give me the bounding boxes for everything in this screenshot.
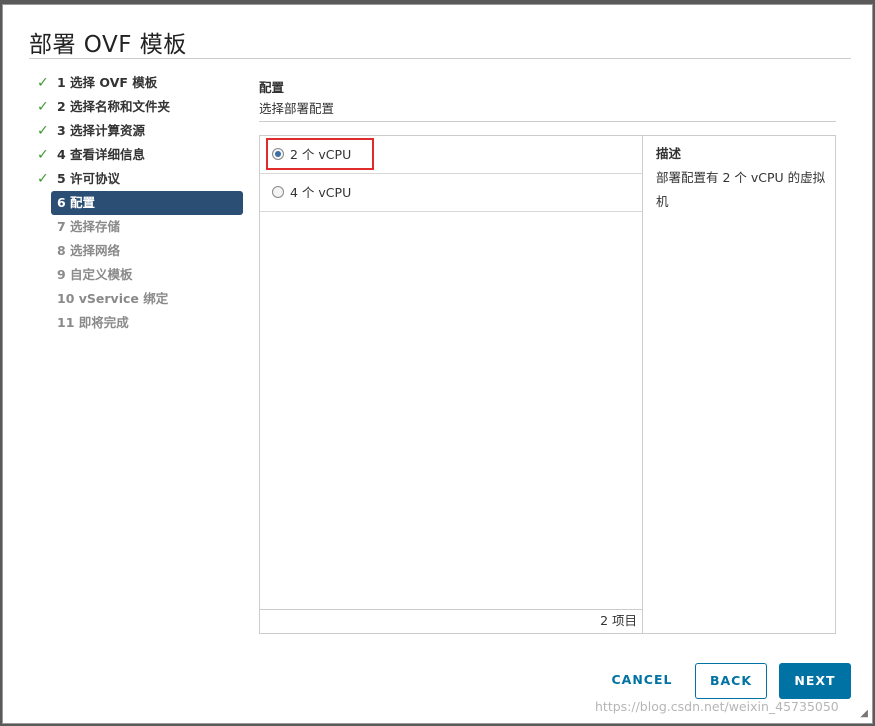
description-text: 部署配置有 2 个 vCPU 的虚拟机 bbox=[656, 170, 826, 209]
step-label: 7 选择存储 bbox=[57, 219, 121, 234]
step-label: 2 选择名称和文件夹 bbox=[57, 99, 171, 114]
check-icon: ✓ bbox=[37, 75, 49, 91]
step-11: 11 即将完成 bbox=[33, 311, 243, 335]
step-label: 6 配置 bbox=[57, 195, 96, 210]
check-icon: ✓ bbox=[37, 99, 49, 115]
section-title: 配置 bbox=[259, 80, 285, 95]
step-1[interactable]: ✓ 1 选择 OVF 模板 bbox=[33, 71, 243, 95]
step-8: 8 选择网络 bbox=[33, 239, 243, 263]
step-label: 8 选择网络 bbox=[57, 243, 121, 258]
config-option-row[interactable]: 4 个 vCPU bbox=[260, 174, 642, 212]
radio-button[interactable] bbox=[272, 185, 284, 198]
description-panel: 描述 部署配置有 2 个 vCPU 的虚拟机 bbox=[656, 142, 826, 214]
step-label: 5 许可协议 bbox=[57, 171, 121, 186]
step-label: 4 查看详细信息 bbox=[57, 147, 146, 162]
check-icon: ✓ bbox=[37, 147, 49, 163]
step-label: 11 即将完成 bbox=[57, 315, 129, 330]
back-button[interactable]: BACK bbox=[695, 663, 767, 699]
config-list: 2 个 vCPU 4 个 vCPU 2 项目 bbox=[260, 136, 643, 633]
wizard-steps: ✓ 1 选择 OVF 模板 ✓ 2 选择名称和文件夹 ✓ 3 选择计算资源 ✓ 4 查看… bbox=[33, 71, 243, 335]
watermark-text: https://blog.csdn.net/weixin_45735050 bbox=[595, 699, 839, 714]
step-4[interactable]: ✓ 4 查看详细信息 bbox=[33, 143, 243, 167]
config-option-row[interactable]: 2 个 vCPU bbox=[260, 136, 642, 174]
step-label: 1 选择 OVF 模板 bbox=[57, 75, 158, 90]
step-10: 10 vService 绑定 bbox=[33, 287, 243, 311]
section-subtitle: 选择部署配置 bbox=[259, 101, 335, 116]
step-5[interactable]: ✓ 5 许可协议 bbox=[33, 167, 243, 191]
resize-grip-icon[interactable]: ◢ bbox=[860, 708, 868, 719]
dialog-title: 部署 OVF 模板 bbox=[29, 32, 187, 58]
annotation-highlight-box bbox=[266, 138, 374, 170]
step-label: 10 vService 绑定 bbox=[57, 291, 169, 306]
step-2[interactable]: ✓ 2 选择名称和文件夹 bbox=[33, 95, 243, 119]
next-button[interactable]: NEXT bbox=[779, 663, 851, 699]
step-label: 9 自定义模板 bbox=[57, 267, 133, 282]
deploy-ovf-dialog: 部署 OVF 模板 ✓ 1 选择 OVF 模板 ✓ 2 选择名称和文件夹 ✓ 3 选择… bbox=[2, 4, 873, 724]
step-9: 9 自定义模板 bbox=[33, 263, 243, 287]
description-title: 描述 bbox=[656, 146, 682, 161]
step-label: 3 选择计算资源 bbox=[57, 123, 146, 138]
step-7: 7 选择存储 bbox=[33, 215, 243, 239]
check-icon: ✓ bbox=[37, 171, 49, 187]
option-label: 4 个 vCPU bbox=[290, 185, 352, 200]
item-count: 2 项目 bbox=[260, 609, 643, 633]
check-icon: ✓ bbox=[37, 123, 49, 139]
section-divider bbox=[259, 121, 836, 122]
step-3[interactable]: ✓ 3 选择计算资源 bbox=[33, 119, 243, 143]
step-6-active[interactable]: 6 配置 bbox=[51, 191, 243, 215]
title-divider bbox=[29, 58, 851, 59]
config-grid: 2 个 vCPU 4 个 vCPU 2 项目 描述 部署配置有 2 个 vCPU… bbox=[259, 135, 836, 634]
cancel-button[interactable]: CANCEL bbox=[599, 663, 685, 699]
